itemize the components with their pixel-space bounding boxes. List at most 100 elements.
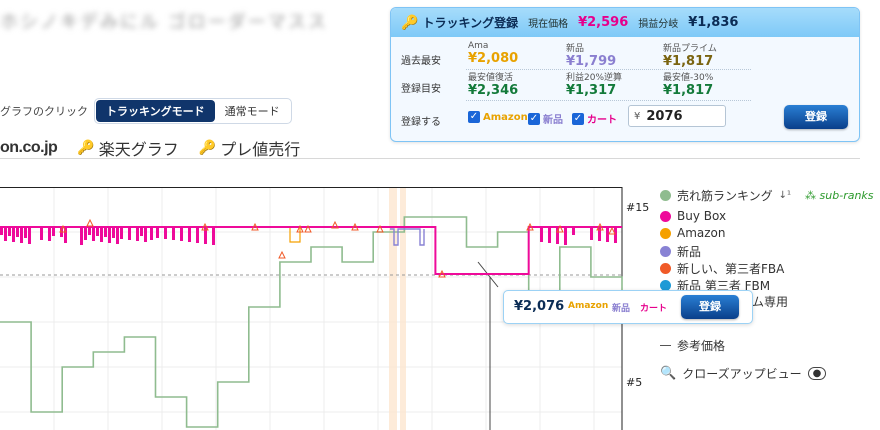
cart-checkbox[interactable]: ✓ カート <box>572 111 617 126</box>
buybox-bar <box>84 227 87 240</box>
site-tabs: on.co.jp 🔑 楽天グラフ 🔑 プレ値売行 <box>0 136 300 160</box>
buybox-bar <box>40 227 43 240</box>
buybox-bar <box>120 227 123 239</box>
tabs-divider <box>0 158 860 159</box>
price-field[interactable]: ¥ <box>628 105 726 127</box>
highlight-band-1 <box>389 187 397 430</box>
price-cell: 利益20%逆算 ¥1,317 <box>566 70 622 98</box>
popup-cart[interactable]: カート <box>640 301 667 314</box>
closeup-view-toggle[interactable]: 🔍 クローズアップビュー ● <box>660 365 827 382</box>
tracking-panel-header: 🔑 トラッキング登録 現在価格 ¥2,596 損益分岐 ¥1,836 <box>391 8 859 37</box>
legend-label: 参考価格 <box>677 339 726 353</box>
buybox-bar <box>52 227 55 236</box>
tracking-mode-button[interactable]: トラッキングモード <box>96 100 215 122</box>
search-icon: 🔍 <box>660 366 677 381</box>
buybox-bar <box>136 227 139 241</box>
buybox-bar <box>614 227 617 243</box>
buybox-bar <box>156 227 159 238</box>
cell-sub: 利益20%逆算 <box>566 73 623 83</box>
tab-amazon[interactable]: on.co.jp <box>0 139 58 157</box>
tracking-panel: 🔑 トラッキング登録 現在価格 ¥2,596 損益分岐 ¥1,836 過去最安 A… <box>390 7 860 142</box>
checkbox-label: Amazon <box>483 111 528 123</box>
buybox-bar <box>116 227 119 244</box>
tab-premium[interactable]: 🔑 プレ値売行 <box>199 136 300 160</box>
fba-marker <box>278 250 286 259</box>
popup-amazon[interactable]: Amazon <box>568 301 608 311</box>
price-cell: 新品 ¥1,799 <box>566 41 616 69</box>
legend-label: 新しい、第三者FBA <box>677 262 785 276</box>
buybox-bar <box>96 227 99 236</box>
legend-prime-only[interactable]: ム専用 <box>752 293 788 310</box>
buybox-bar <box>212 227 215 245</box>
cell-value: ¥2,346 <box>468 83 519 98</box>
legend-label: Buy Box <box>677 209 727 223</box>
breakeven-label: 損益分岐 <box>638 19 679 30</box>
legend-dot <box>660 263 671 274</box>
row-label: 過去最安 <box>401 56 441 67</box>
sitemap-icon: ⁂ <box>805 189 817 202</box>
buybox-bar <box>564 227 567 245</box>
buybox-bar <box>108 227 111 243</box>
panel-register-button[interactable]: 登録 <box>784 105 848 129</box>
buybox-bar <box>28 227 31 244</box>
popup-new[interactable]: 新品 <box>612 301 630 314</box>
buybox-bar <box>548 227 551 243</box>
key-icon: 🔑 <box>401 14 419 31</box>
price-cell: Ama ¥2,080 <box>468 41 518 66</box>
legend-buy-box[interactable]: Buy Box <box>660 209 726 223</box>
buybox-bar <box>598 227 601 241</box>
buybox-bar <box>80 227 83 245</box>
legend-label: ム専用 <box>752 295 789 309</box>
mode-toggle: トラッキングモード 通常モード <box>94 98 292 124</box>
price-cell: 新品プライム ¥1,817 <box>663 41 717 69</box>
cell-value: ¥1,799 <box>566 54 617 69</box>
mode-row: グラフのクリック トラッキングモード 通常モード <box>0 98 292 124</box>
key-icon: 🔑 <box>198 140 217 156</box>
buybox-bar <box>4 227 7 241</box>
buybox-bar <box>172 227 175 240</box>
buybox-bar <box>128 227 131 240</box>
legend-new[interactable]: 新品 <box>660 243 701 260</box>
buybox-bars <box>0 227 617 245</box>
sort-icon[interactable]: ↓¹ <box>779 190 791 201</box>
cell-sub: 最安値-30% <box>663 73 714 83</box>
check-icon: ✓ <box>528 112 540 125</box>
sub-ranks-link[interactable]: ⁂ sub-ranks <box>805 189 874 202</box>
legend-amazon[interactable]: Amazon <box>660 226 726 240</box>
buybox-bar <box>16 227 19 237</box>
popup-register-button[interactable]: 登録 <box>681 295 739 319</box>
product-title: ホシノキデみにル ゴローダーマスス <box>0 12 328 33</box>
buybox-bar <box>540 227 543 242</box>
y-tick-5: #5 <box>626 376 642 389</box>
tab-rakuten[interactable]: 🔑 楽天グラフ <box>77 136 178 160</box>
legend-label: 新品 <box>677 245 702 259</box>
panel-title: 🔑 トラッキング登録 <box>401 14 518 31</box>
buybox-bar <box>100 227 103 242</box>
buybox-bar <box>24 227 27 238</box>
buybox-bar <box>180 227 183 241</box>
buybox-bar <box>150 227 153 240</box>
normal-mode-button[interactable]: 通常モード <box>215 100 290 122</box>
buybox-bar <box>188 227 191 242</box>
buybox-bar <box>12 227 15 242</box>
reference-line-icon <box>660 345 671 346</box>
legend-sales-rank[interactable]: 売れ筋ランキング ↓¹ ⁂ sub-ranks <box>660 187 874 204</box>
buybox-bar <box>20 227 23 243</box>
mode-label: グラフのクリック <box>0 105 88 118</box>
price-input[interactable] <box>646 108 717 124</box>
buybox-bar <box>112 227 115 238</box>
amazon-checkbox[interactable]: ✓ Amazon <box>468 111 528 123</box>
new-checkbox[interactable]: ✓ 新品 <box>528 111 563 126</box>
current-price-value: ¥2,596 <box>578 15 629 30</box>
legend-new-fba[interactable]: 新しい、第三者FBA <box>660 260 784 277</box>
checkbox-label: カート <box>587 115 617 126</box>
legend-reference[interactable]: 参考価格 <box>660 337 725 354</box>
buybox-bar <box>104 227 107 237</box>
price-cell: 最安値復活 ¥2,346 <box>468 70 518 98</box>
row-divider <box>466 100 751 101</box>
closeup-label: クローズアップビュー <box>682 367 802 381</box>
price-cell: 最安値-30% ¥1,817 <box>663 70 713 98</box>
key-icon: 🔑 <box>77 140 95 156</box>
popup-price: ¥2,076 <box>514 299 565 314</box>
toggle-icon[interactable]: ● <box>807 367 827 380</box>
